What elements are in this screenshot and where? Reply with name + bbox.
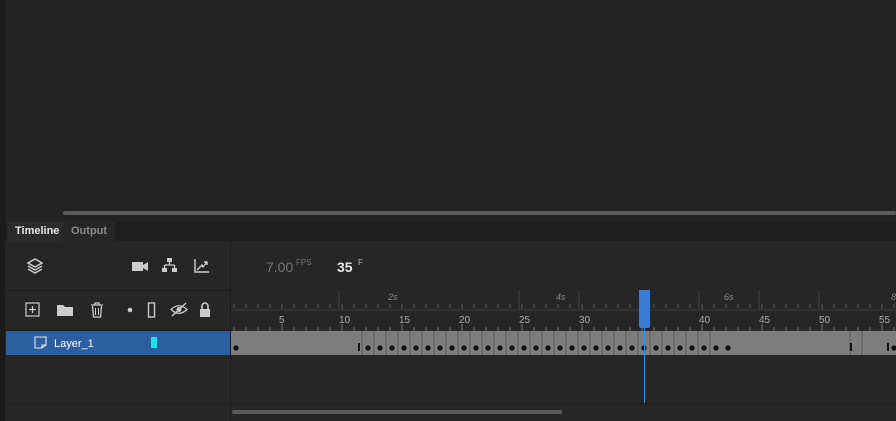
keyframe — [377, 345, 383, 351]
fps-unit: FPS — [296, 258, 312, 267]
trash-icon[interactable] — [89, 301, 105, 318]
keyframe — [725, 345, 731, 351]
keyframe — [677, 345, 683, 351]
panel-tab-bar — [5, 222, 896, 241]
ruler-frame-label: 40 — [699, 315, 711, 326]
ruler-second-label: 2s — [388, 292, 398, 302]
span-end — [887, 343, 889, 351]
add-layer-icon[interactable] — [25, 302, 40, 317]
keyframe — [581, 345, 587, 351]
playhead-line — [644, 328, 645, 403]
layer-color-swatch[interactable] — [151, 337, 157, 348]
keyframe — [701, 345, 707, 351]
stage-horizontal-scrollbar[interactable] — [63, 211, 896, 215]
playhead-handle[interactable] — [639, 290, 650, 328]
keyframe — [449, 345, 455, 351]
camera-icon[interactable] — [131, 259, 149, 273]
span-end — [850, 343, 852, 351]
frame-icon[interactable] — [147, 302, 157, 318]
ruler-second-label: 6s — [724, 292, 734, 302]
keyframe — [401, 345, 407, 351]
tab-timeline[interactable]: Timeline — [7, 222, 63, 241]
keyframe — [437, 345, 443, 351]
keyframe — [473, 345, 479, 351]
span-end — [358, 343, 360, 351]
fps-value[interactable]: 7.00 — [266, 259, 293, 275]
dot-icon[interactable] — [127, 307, 133, 313]
empty-layer-area — [231, 355, 896, 403]
keyframe — [365, 345, 371, 351]
tab-output[interactable]: Output — [63, 222, 115, 241]
stage-area — [0, 0, 896, 222]
ruler-frame-label: 45 — [759, 315, 771, 326]
ruler-frame-label: 5 — [279, 315, 285, 326]
keyframe — [689, 345, 695, 351]
frame-unit: F — [358, 258, 363, 267]
layer-name[interactable]: Layer_1 — [54, 338, 94, 350]
keyframe — [425, 345, 431, 351]
graph-icon[interactable] — [193, 258, 210, 274]
timeline-ruler[interactable]: 5101520253035404550552s4s6s8 — [231, 290, 896, 331]
timeline-horizontal-scrollbar[interactable] — [232, 410, 562, 414]
keyframe — [545, 345, 551, 351]
keyframe — [713, 345, 719, 351]
keyframe — [497, 345, 503, 351]
frame-strip[interactable] — [231, 331, 896, 355]
keyframe — [533, 345, 539, 351]
keyframe — [521, 345, 527, 351]
ruler-frame-label: 20 — [459, 315, 471, 326]
hierarchy-icon[interactable] — [161, 257, 179, 274]
keyframe — [593, 345, 599, 351]
keyframe — [389, 345, 395, 351]
keyframe — [557, 345, 563, 351]
ruler-second-label: 8 — [891, 292, 896, 302]
hide-icon[interactable] — [169, 302, 189, 317]
layer-type-icon — [34, 336, 47, 349]
lock-icon[interactable] — [198, 301, 212, 318]
bottom-separator — [5, 403, 896, 404]
keyframe — [485, 345, 491, 351]
ruler-second-label: 4s — [556, 292, 566, 302]
keyframe — [461, 345, 467, 351]
keyframe — [629, 345, 635, 351]
keyframe — [569, 345, 575, 351]
ruler-frame-label: 30 — [579, 315, 591, 326]
keyframe — [617, 345, 623, 351]
keyframe — [413, 345, 419, 351]
keyframe — [509, 345, 515, 351]
ruler-frame-label: 15 — [399, 315, 411, 326]
layers-icon[interactable] — [26, 257, 44, 275]
keyframe — [665, 345, 671, 351]
folder-icon[interactable] — [56, 302, 74, 317]
ruler-frame-label: 25 — [519, 315, 531, 326]
current-frame-value[interactable]: 35 — [337, 259, 353, 275]
keyframe — [653, 345, 659, 351]
keyframe — [605, 345, 611, 351]
ruler-frame-label: 55 — [879, 315, 891, 326]
ruler-frame-label: 50 — [819, 315, 831, 326]
keyframe — [891, 345, 896, 351]
keyframe — [233, 345, 239, 351]
ruler-frame-label: 10 — [339, 315, 351, 326]
frame-cells — [233, 331, 896, 355]
